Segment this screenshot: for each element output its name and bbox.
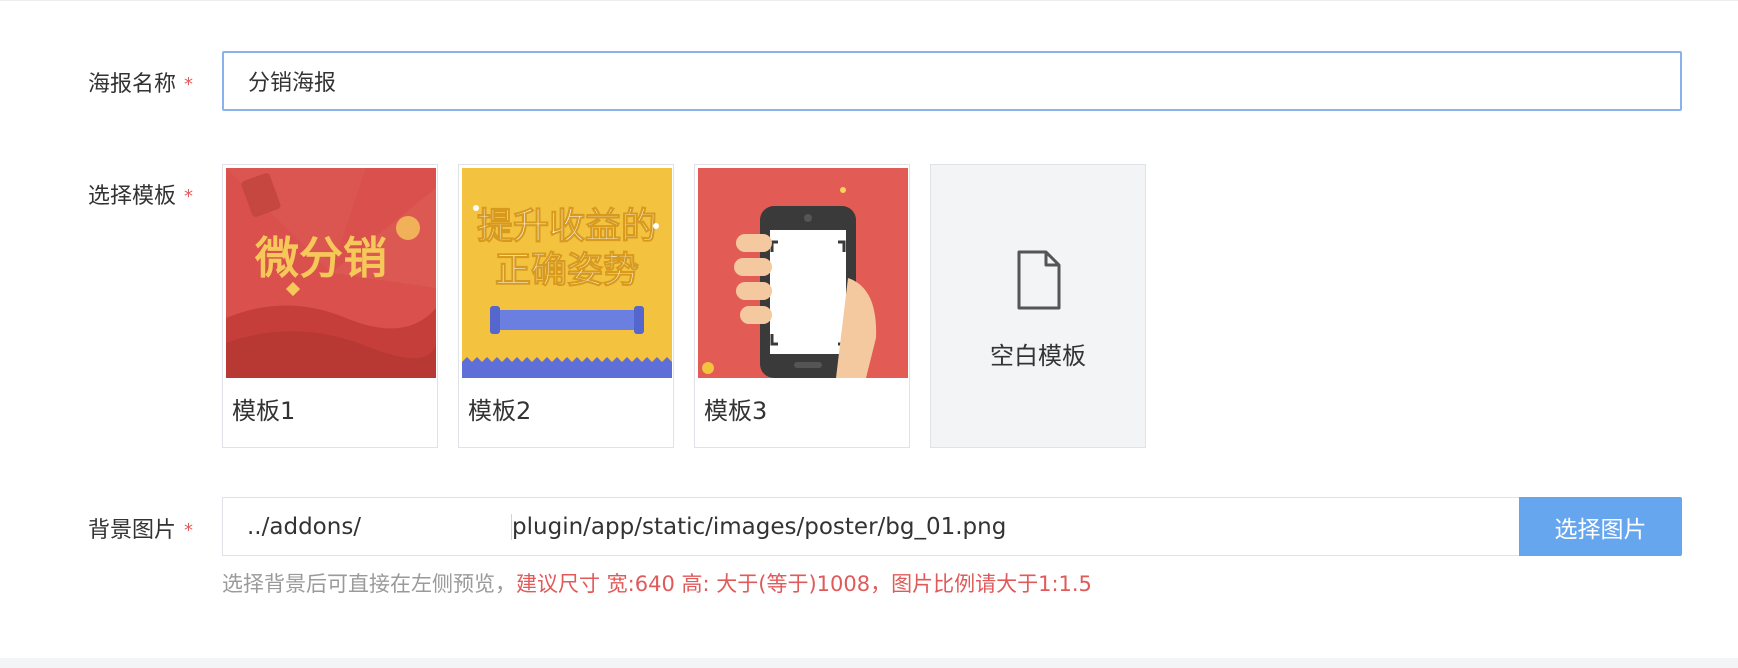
required-mark: * [184,74,194,95]
top-divider [0,0,1738,1]
background-size-warning: 建议尺寸 宽:640 高: 大于(等于)1008，图片比例请大于1:1.5 [516,572,1092,596]
background-hint-text: 选择背景后可直接在左侧预览， [222,572,516,596]
blank-template-card[interactable]: 空白模板 [930,164,1146,448]
background-path-prefix: ../addons/ [247,513,362,540]
background-path-suffix: plugin/app/static/images/poster/bg_01.pn… [512,513,1007,540]
template-3-thumbnail [698,168,908,378]
template-1-thumbnail: 微分销 [226,168,436,378]
blank-template-label: 空白模板 [990,342,1086,370]
template-1-thumb-text: 微分销 [254,233,387,284]
template-2-thumb-text-2: 正确姿势 [495,250,639,291]
poster-name-value: 分销海报 [248,71,337,96]
template-2-name: 模板2 [468,397,532,425]
background-path-input[interactable]: ../addons/ plugin/app/static/images/post… [222,497,1519,556]
required-mark: * [184,186,194,207]
required-mark: * [184,520,194,541]
template-2-thumbnail: 提升收益的 正确姿势 [462,168,672,378]
template-card-2[interactable]: 提升收益的 正确姿势 模板2 [458,164,674,448]
template-3-name: 模板3 [704,397,768,425]
poster-name-input[interactable]: 分销海报 [222,51,1682,111]
template-label: 选择模板 * [88,184,194,209]
redacted-path-segment [361,513,513,540]
template-1-name: 模板1 [232,397,296,425]
template-2-thumb-text-1: 提升收益的 [477,206,657,247]
template-card-3[interactable]: 模板3 [694,164,910,448]
background-hint: 选择背景后可直接在左侧预览，建议尺寸 宽:640 高: 大于(等于)1008，图… [222,568,1092,598]
select-image-button[interactable]: 选择图片 [1519,497,1682,556]
poster-name-label: 海报名称 * [88,72,194,97]
template-card-1[interactable]: 微分销 模板1 [222,164,438,448]
file-icon [1017,250,1061,310]
bottom-band [0,658,1738,668]
background-label: 背景图片 * [88,518,194,543]
